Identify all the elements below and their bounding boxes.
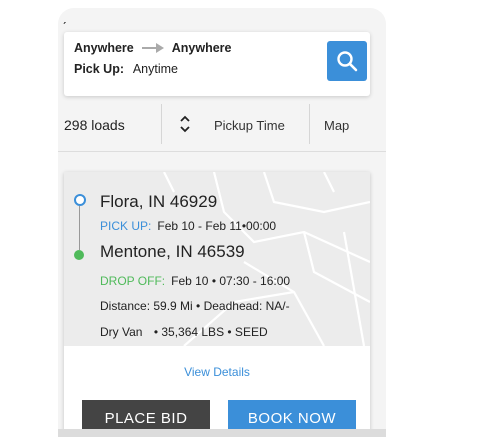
distance-line: Distance: 59.9 Mi • Deadhead: NA/- xyxy=(100,299,290,313)
dropoff-line: DROP OFF: Feb 10 • 07:30 - 16:00 xyxy=(100,274,290,288)
pickup-value: Anytime xyxy=(132,62,178,76)
load-destination: Mentone, IN 46539 xyxy=(100,242,245,261)
search-icon xyxy=(337,51,358,72)
back-icon[interactable]: ˏ xyxy=(62,8,67,24)
destination-label: Anywhere xyxy=(171,41,232,55)
destination-marker-icon xyxy=(74,250,84,260)
map-background: Flora, IN 46929 PICK UP: Feb 10 - Feb 11•… xyxy=(64,172,370,346)
route-row: Anywhere Anywhere xyxy=(74,41,232,55)
dropoff-tag: DROP OFF: xyxy=(100,274,166,288)
dropoff-time: Feb 10 • 07:30 - 16:00 xyxy=(171,274,291,288)
arrow-right-icon xyxy=(141,42,164,54)
equipment-line: Dry Van • 35,364 LBS • SEED xyxy=(100,325,268,339)
loads-count: 298 loads xyxy=(64,117,125,133)
phone-screen: ˏ Anywhere Anywhere Pick Up: Anytime 298… xyxy=(58,8,386,437)
sort-arrows-icon[interactable] xyxy=(178,112,192,136)
load-origin: Flora, IN 46929 xyxy=(100,192,218,211)
bottom-bar xyxy=(58,429,386,437)
route-line xyxy=(79,206,80,250)
pickup-line: PICK UP: Feb 10 - Feb 11•00:00 xyxy=(100,219,276,233)
origin-label: Anywhere xyxy=(74,41,134,55)
map-link[interactable]: Map xyxy=(324,118,349,133)
search-card[interactable]: Anywhere Anywhere Pick Up: Anytime xyxy=(64,32,370,96)
divider xyxy=(309,104,310,144)
origin-marker-icon xyxy=(74,194,86,206)
search-button[interactable] xyxy=(327,41,367,81)
pickup-tag: PICK UP: xyxy=(100,219,152,233)
pickup-time: Feb 10 - Feb 11•00:00 xyxy=(157,219,277,233)
pickup-row: Pick Up: Anytime xyxy=(74,62,178,76)
view-details-link[interactable]: View Details xyxy=(64,365,370,379)
load-details: • 35,364 LBS • SEED xyxy=(153,325,268,339)
pickup-label: Pick Up: xyxy=(74,62,125,76)
load-card[interactable]: Flora, IN 46929 PICK UP: Feb 10 - Feb 11•… xyxy=(64,172,370,437)
results-toolbar: 298 loads Pickup Time Map xyxy=(58,101,386,152)
sort-pickup-time[interactable]: Pickup Time xyxy=(214,118,285,133)
divider xyxy=(161,104,162,144)
equipment-type: Dry Van xyxy=(100,325,143,339)
